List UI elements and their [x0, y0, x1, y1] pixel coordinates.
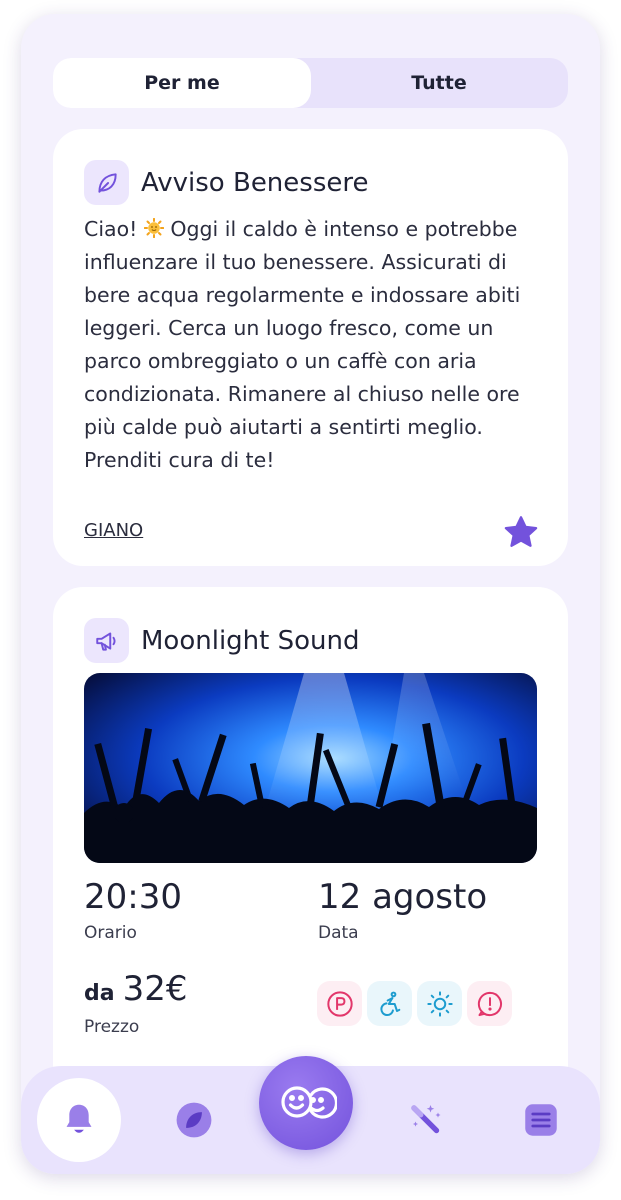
event-time-label: Orario — [84, 923, 137, 943]
event-date-label: Data — [318, 923, 359, 943]
price-prefix: da — [84, 981, 115, 1006]
price-value: 32€ — [122, 969, 188, 1009]
parking-icon — [317, 981, 362, 1026]
card-title: Avviso Benessere — [141, 167, 369, 198]
sun-emoji-icon — [143, 215, 165, 239]
message-text: Oggi il caldo è intenso e potrebbe influ… — [84, 217, 521, 472]
author-link[interactable]: GIANO — [84, 520, 143, 541]
alert-icon — [467, 981, 512, 1026]
event-price: da 32€ — [84, 969, 188, 1009]
leaf-icon — [84, 160, 129, 205]
message-greeting: Ciao! — [84, 217, 144, 241]
app-screen: Per me Tutte Avviso Benessere Ciao! Oggi… — [21, 14, 600, 1174]
star-icon[interactable] — [503, 515, 539, 549]
event-card[interactable]: Moonlight Sound 20:30 Orario 12 agosto D… — [53, 587, 568, 1107]
tab-for-me[interactable]: Per me — [53, 58, 311, 108]
event-title: Moonlight Sound — [141, 625, 360, 656]
concert-crowd-image — [84, 673, 537, 863]
event-date-value: 12 agosto — [318, 877, 488, 917]
filter-segmented-control: Per me Tutte — [53, 58, 568, 108]
amenities-list — [317, 981, 512, 1026]
bottom-navigation — [21, 1056, 600, 1174]
card-header: Avviso Benessere — [84, 160, 369, 205]
explore-icon[interactable] — [174, 1100, 214, 1140]
faces-icon[interactable] — [259, 1056, 353, 1150]
wellness-notice-card: Avviso Benessere Ciao! Oggi il caldo è i… — [53, 129, 568, 566]
sun-icon — [417, 981, 462, 1026]
bell-icon[interactable] — [37, 1078, 121, 1162]
magic-wand-icon[interactable] — [406, 1100, 446, 1140]
card-header: Moonlight Sound — [84, 618, 360, 663]
tab-all[interactable]: Tutte — [310, 58, 568, 108]
wellness-message: Ciao! Oggi il caldo è intenso e potrebbe… — [84, 213, 544, 477]
event-time-value: 20:30 — [84, 877, 182, 917]
accessibility-icon — [367, 981, 412, 1026]
menu-icon[interactable] — [521, 1100, 561, 1140]
event-price-label: Prezzo — [84, 1017, 140, 1037]
megaphone-icon — [84, 618, 129, 663]
